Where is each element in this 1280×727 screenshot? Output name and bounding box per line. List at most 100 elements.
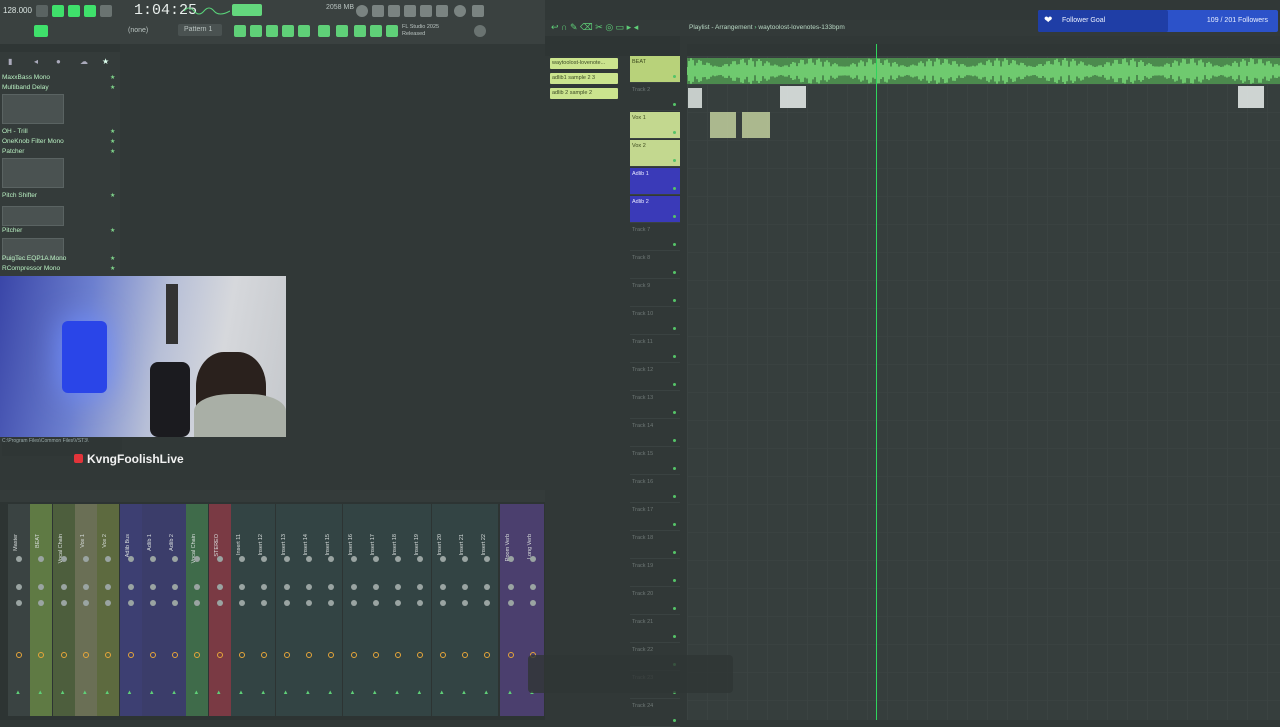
snap-icon[interactable] — [34, 25, 48, 37]
route-arrow-icon[interactable]: ▲ — [37, 690, 43, 696]
star-icon[interactable]: ★ — [110, 265, 115, 272]
track-mute-icon[interactable] — [673, 159, 676, 162]
send-knob[interactable] — [16, 652, 22, 658]
pan-knob[interactable] — [16, 600, 22, 606]
route-arrow-icon[interactable]: ▲ — [193, 690, 199, 696]
route-arrow-icon[interactable]: ▲ — [60, 690, 66, 696]
route-arrow-icon[interactable]: ▲ — [305, 690, 311, 696]
send-knob[interactable] — [372, 652, 379, 658]
pan-knob[interactable] — [417, 584, 424, 590]
pan-knob[interactable] — [127, 584, 134, 590]
pan-knob[interactable] — [216, 556, 223, 562]
star-icon[interactable]: ★ — [110, 148, 115, 155]
mixer-channel[interactable]: BEAT ▲ — [30, 504, 53, 716]
plugin-thumbnail[interactable] — [2, 94, 64, 124]
route-arrow-icon[interactable]: ▲ — [260, 690, 266, 696]
mixer-channel[interactable]: Insert 14 ▲ — [297, 504, 320, 716]
pan-knob[interactable] — [38, 556, 45, 562]
track-header[interactable]: Vox 1 — [630, 112, 680, 139]
track-mute-icon[interactable] — [673, 467, 676, 470]
pan-knob[interactable] — [216, 600, 223, 606]
send-knob[interactable] — [239, 652, 245, 658]
pan-knob[interactable] — [328, 556, 335, 562]
browser-item[interactable]: Patcher — [2, 148, 24, 155]
track-mute-icon[interactable] — [673, 607, 676, 610]
playlist-tools-icon[interactable]: ↩ ∩ ✎ ⌫ ✂ ◎ ▭ ▸ ◂ — [551, 22, 638, 33]
pan-knob[interactable] — [439, 600, 446, 606]
back-icon[interactable]: ◂ — [34, 57, 38, 66]
plugin-icon[interactable] — [318, 25, 330, 37]
pan-knob[interactable] — [82, 556, 89, 562]
star-icon[interactable]: ★ — [110, 74, 115, 81]
star-icon[interactable]: ★ — [102, 57, 109, 66]
picker-clip[interactable]: adlib1 sample 2 3 — [550, 73, 618, 84]
mixer-channel[interactable]: Vocal Chain ▲ — [186, 504, 209, 716]
mic-icon[interactable] — [388, 5, 400, 17]
route-arrow-icon[interactable]: ▲ — [372, 690, 378, 696]
pan-knob[interactable] — [283, 600, 290, 606]
track-mute-icon[interactable] — [673, 103, 676, 106]
settings-icon[interactable]: ● — [56, 57, 61, 66]
pan-knob[interactable] — [530, 584, 536, 590]
mixer-channel[interactable]: Insert 20 ▲ — [431, 504, 454, 716]
play-icon[interactable] — [36, 5, 48, 17]
file-icon[interactable]: ▮ — [8, 57, 12, 66]
pan-knob[interactable] — [38, 584, 45, 590]
track-header[interactable]: Track 19 — [630, 560, 680, 587]
mixer-icon[interactable] — [282, 25, 294, 37]
pan-knob[interactable] — [417, 556, 424, 562]
pan-knob[interactable] — [261, 584, 268, 590]
send-knob[interactable] — [439, 652, 446, 658]
star-icon[interactable]: ★ — [110, 255, 115, 262]
piano-roll-icon[interactable] — [250, 25, 262, 37]
playlist-grid[interactable] — [687, 56, 1280, 720]
track-mute-icon[interactable] — [673, 271, 676, 274]
route-arrow-icon[interactable]: ▲ — [483, 690, 489, 696]
record-icon[interactable] — [52, 5, 64, 17]
info-icon[interactable] — [454, 5, 466, 17]
track-mute-icon[interactable] — [673, 131, 676, 134]
globe-icon[interactable] — [474, 25, 486, 37]
track-mute-icon[interactable] — [673, 411, 676, 414]
track-mute-icon[interactable] — [673, 355, 676, 358]
pan-knob[interactable] — [484, 584, 491, 590]
channel-rack-icon[interactable] — [266, 25, 278, 37]
pan-knob[interactable] — [530, 556, 536, 562]
track-header[interactable]: Adlib 2 — [630, 196, 680, 223]
track-mute-icon[interactable] — [673, 495, 676, 498]
pan-knob[interactable] — [530, 600, 536, 606]
mixer-channel[interactable]: Adlib Bus ▲ — [119, 504, 142, 716]
route-arrow-icon[interactable]: ▲ — [283, 690, 289, 696]
track-header[interactable]: Track 10 — [630, 308, 680, 335]
browser-item[interactable]: PuigTec EQP1A Mono — [2, 255, 66, 262]
send-knob[interactable] — [484, 652, 491, 658]
pan-knob[interactable] — [261, 600, 268, 606]
route-arrow-icon[interactable]: ▲ — [416, 690, 422, 696]
track-header[interactable]: Track 18 — [630, 532, 680, 559]
pan-knob[interactable] — [105, 556, 112, 562]
pan-knob[interactable] — [372, 600, 379, 606]
track-mute-icon[interactable] — [673, 299, 676, 302]
help-icon[interactable] — [404, 5, 416, 17]
track-header[interactable]: Track 9 — [630, 280, 680, 307]
star-icon[interactable]: ★ — [110, 128, 115, 135]
mixer-channel[interactable]: Vox 2 ▲ — [97, 504, 120, 716]
send-knob[interactable] — [82, 652, 89, 658]
pan-knob[interactable] — [305, 556, 312, 562]
track-mute-icon[interactable] — [673, 215, 676, 218]
route-arrow-icon[interactable]: ▲ — [439, 690, 445, 696]
send-knob[interactable] — [417, 652, 424, 658]
pan-knob[interactable] — [149, 584, 156, 590]
send-knob[interactable] — [350, 652, 357, 658]
send-knob[interactable] — [127, 652, 134, 658]
mixer-channel[interactable]: Master ▲ — [8, 504, 30, 716]
track-header[interactable]: Track 13 — [630, 392, 680, 419]
pattern-selector[interactable]: Pattern 1 — [178, 24, 222, 36]
pan-knob[interactable] — [216, 584, 223, 590]
track-header[interactable]: BEAT — [630, 56, 680, 83]
pan-knob[interactable] — [417, 600, 424, 606]
track-header[interactable]: Track 24 — [630, 700, 680, 727]
vocal-clip[interactable] — [742, 112, 770, 138]
pan-knob[interactable] — [484, 600, 491, 606]
chart-icon[interactable] — [436, 5, 448, 17]
